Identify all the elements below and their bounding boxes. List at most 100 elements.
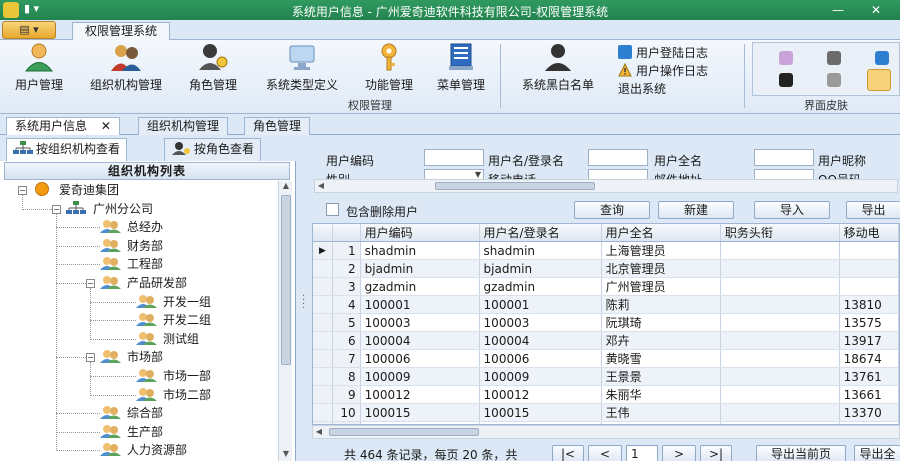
org-management-button[interactable]: 组织机构管理 bbox=[80, 42, 172, 94]
tab-view-by-role[interactable]: 按角色查看 bbox=[164, 138, 262, 161]
cell-login-name[interactable]: 100015 bbox=[479, 403, 602, 422]
collapse-icon[interactable]: − bbox=[18, 186, 27, 195]
last-page-button[interactable]: >| bbox=[700, 445, 732, 461]
row-indicator[interactable]: ▶ bbox=[313, 241, 333, 260]
tree-node[interactable]: 测试组 bbox=[135, 330, 199, 348]
cell-user-code[interactable]: 100006 bbox=[360, 349, 480, 368]
cell-login-name[interactable]: shadmin bbox=[479, 241, 602, 260]
next-page-button[interactable]: > bbox=[662, 445, 696, 461]
row-indicator[interactable] bbox=[313, 331, 333, 350]
table-row[interactable]: 8 100009 100009 王景景 13761 bbox=[313, 367, 899, 386]
table-row[interactable]: ▶ 1 shadmin shadmin 上海管理员 bbox=[313, 241, 899, 260]
skin-swatch[interactable] bbox=[875, 51, 889, 65]
row-number[interactable]: 3 bbox=[332, 277, 361, 296]
cell-user-code[interactable]: bjadmin bbox=[360, 259, 480, 278]
tab-view-by-org[interactable]: 按组织机构查看 bbox=[6, 138, 128, 161]
cell-job-title[interactable] bbox=[720, 277, 840, 296]
cell-mobile[interactable]: 13810 bbox=[839, 295, 899, 314]
skin-swatch[interactable] bbox=[827, 51, 841, 65]
exit-system-button[interactable]: 退出系统 bbox=[618, 80, 666, 97]
table-row[interactable]: 4 100001 100001 陈莉 13810 bbox=[313, 295, 899, 314]
row-indicator[interactable] bbox=[313, 295, 333, 314]
role-management-button[interactable]: 角色管理 bbox=[180, 42, 246, 94]
skin-swatch[interactable] bbox=[779, 73, 793, 87]
cell-full-name[interactable]: 黄晓雪 bbox=[601, 349, 721, 368]
scroll-left-icon[interactable]: ◀ bbox=[313, 426, 325, 438]
export-current-page-button[interactable]: 导出当前页 bbox=[756, 445, 846, 461]
cell-full-name[interactable]: 王景景 bbox=[601, 367, 721, 386]
cell-mobile[interactable]: 13370 bbox=[839, 403, 899, 422]
dropdown-arrow-icon[interactable]: ▼ bbox=[475, 170, 481, 179]
panel-splitter[interactable]: · · · · bbox=[296, 135, 312, 461]
cell-full-name[interactable]: 广州管理员 bbox=[601, 277, 721, 296]
close-button[interactable]: ✕ bbox=[862, 0, 890, 20]
tree-node[interactable]: 开发一组 bbox=[135, 293, 211, 311]
cell-job-title[interactable] bbox=[720, 259, 840, 278]
cell-user-code[interactable]: 100001 bbox=[360, 295, 480, 314]
cell-login-name[interactable]: gzadmin bbox=[479, 277, 602, 296]
table-row[interactable]: 2 bjadmin bjadmin 北京管理员 bbox=[313, 259, 899, 278]
column-header-login-name[interactable]: 用户名/登录名 bbox=[479, 224, 602, 242]
application-menu-button[interactable]: ▤ ▾ bbox=[2, 21, 56, 39]
cell-full-name[interactable]: 上海管理员 bbox=[601, 241, 721, 260]
user-management-button[interactable]: 用户管理 bbox=[4, 42, 74, 94]
cell-login-name[interactable]: 100012 bbox=[479, 385, 602, 404]
skin-swatch-selected[interactable] bbox=[867, 69, 891, 91]
cell-mobile[interactable]: 13917 bbox=[839, 331, 899, 350]
row-number[interactable]: 9 bbox=[332, 385, 361, 404]
query-button[interactable]: 查询 bbox=[574, 201, 650, 219]
row-number[interactable]: 7 bbox=[332, 349, 361, 368]
skin-swatch[interactable] bbox=[779, 51, 793, 65]
row-number[interactable]: 1 bbox=[332, 241, 361, 260]
user-code-input[interactable] bbox=[424, 149, 484, 166]
cell-full-name[interactable]: 邓卉 bbox=[601, 331, 721, 350]
full-name-input[interactable] bbox=[754, 149, 814, 166]
row-indicator[interactable] bbox=[313, 259, 333, 278]
collapse-icon[interactable]: − bbox=[86, 279, 95, 288]
column-header-full-name[interactable]: 用户全名 bbox=[601, 224, 721, 242]
cell-user-code[interactable]: 100009 bbox=[360, 367, 480, 386]
cell-mobile[interactable] bbox=[839, 241, 899, 260]
grid-corner[interactable] bbox=[313, 224, 333, 242]
cell-user-code[interactable]: shadmin bbox=[360, 241, 480, 260]
tree-node[interactable]: 综合部 bbox=[99, 404, 163, 422]
row-number[interactable]: 8 bbox=[332, 367, 361, 386]
row-indicator[interactable] bbox=[313, 367, 333, 386]
export-button[interactable]: 导出 bbox=[846, 201, 900, 219]
login-name-input[interactable] bbox=[588, 149, 648, 166]
scroll-thumb[interactable] bbox=[329, 428, 479, 436]
cell-job-title[interactable] bbox=[720, 403, 840, 422]
tree-node[interactable]: 人力资源部 bbox=[99, 441, 187, 459]
tab-role-management[interactable]: 角色管理 bbox=[244, 117, 311, 135]
prev-page-button[interactable]: < bbox=[588, 445, 622, 461]
cell-login-name[interactable]: bjadmin bbox=[479, 259, 602, 278]
column-header-mobile[interactable]: 移动电 bbox=[839, 224, 899, 242]
cell-user-code[interactable]: 100015 bbox=[360, 403, 480, 422]
cell-job-title[interactable] bbox=[720, 295, 840, 314]
cell-mobile[interactable]: 18674 bbox=[839, 349, 899, 368]
new-button[interactable]: 新建 bbox=[658, 201, 734, 219]
page-number-input[interactable]: 1 bbox=[626, 445, 658, 461]
first-page-button[interactable]: |< bbox=[552, 445, 584, 461]
cell-job-title[interactable] bbox=[720, 331, 840, 350]
cell-job-title[interactable] bbox=[720, 367, 840, 386]
tree-node[interactable]: − 产品研发部 bbox=[86, 274, 187, 292]
cell-job-title[interactable] bbox=[720, 241, 840, 260]
cell-mobile[interactable] bbox=[839, 259, 899, 278]
scroll-thumb[interactable] bbox=[435, 182, 595, 190]
menu-management-button[interactable]: 菜单管理 bbox=[428, 42, 494, 94]
tree-node[interactable]: 总经办 bbox=[99, 218, 163, 236]
operation-log-button[interactable]: 用户操作日志 bbox=[618, 62, 708, 79]
tree-scrollbar[interactable]: ▲ ▼ bbox=[278, 181, 292, 461]
scroll-down-icon[interactable]: ▼ bbox=[279, 449, 293, 461]
row-number[interactable]: 10 bbox=[332, 403, 361, 422]
cell-full-name[interactable]: 阮琪琦 bbox=[601, 313, 721, 332]
cell-job-title[interactable] bbox=[720, 385, 840, 404]
scroll-left-icon[interactable]: ◀ bbox=[315, 180, 327, 192]
tree-node[interactable]: 开发二组 bbox=[135, 311, 211, 329]
cell-job-title[interactable] bbox=[720, 349, 840, 368]
row-number[interactable]: 6 bbox=[332, 331, 361, 350]
cell-login-name[interactable]: 100003 bbox=[479, 313, 602, 332]
ribbon-tab-permission-system[interactable]: 权限管理系统 bbox=[72, 22, 171, 41]
table-row[interactable]: 3 gzadmin gzadmin 广州管理员 bbox=[313, 277, 899, 296]
